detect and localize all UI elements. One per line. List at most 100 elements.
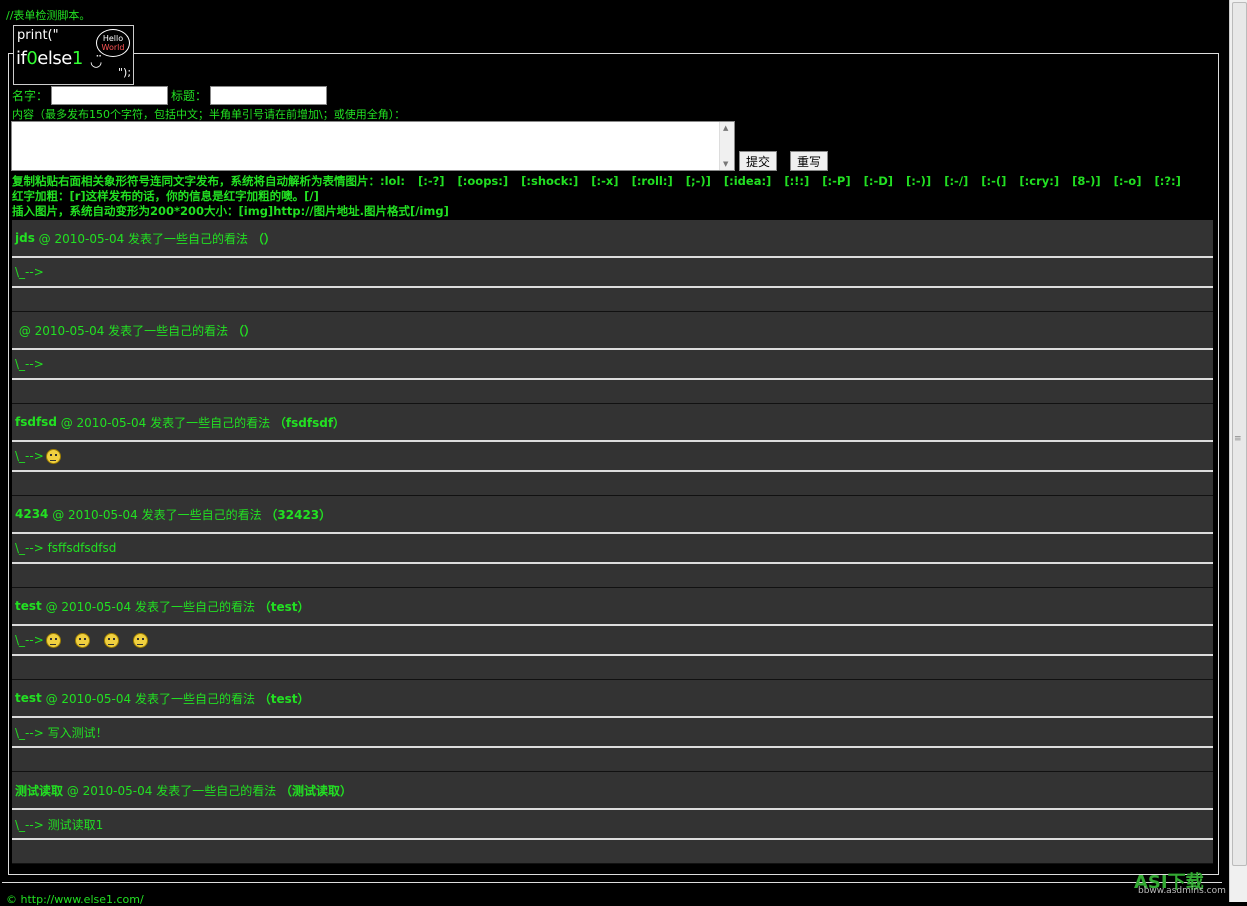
logo-line2: if0else1: [16, 48, 83, 69]
message-entry: test @ 2010-05-04 发表了一些自己的看法 （test） \_-->: [12, 588, 1213, 680]
entry-footer: [12, 748, 1213, 771]
entry-header: 4234 @ 2010-05-04 发表了一些自己的看法 （32423）: [12, 496, 1213, 534]
entry-footer: [12, 564, 1213, 587]
entry-body-text: \_-->: [15, 633, 44, 647]
entry-header: 测试读取 @ 2010-05-04 发表了一些自己的看法 （测试读取）: [12, 772, 1213, 810]
entry-body-text: \_-->: [15, 449, 44, 463]
entry-title: （fsdfsdf）: [273, 415, 346, 430]
emoticon-code: [:-P]: [822, 174, 851, 188]
watermark-logo: ASⅠ下载 bbww.asdmins.com: [1134, 868, 1226, 896]
scrollbar-grip-icon: ≡: [1234, 434, 1242, 444]
entry-header: jds @ 2010-05-04 发表了一些自己的看法 （）: [12, 220, 1213, 258]
message-entry: jds @ 2010-05-04 发表了一些自己的看法 （） \_-->: [12, 220, 1213, 312]
entry-header: fsdfsd @ 2010-05-04 发表了一些自己的看法 （fsdfsdf）: [12, 404, 1213, 442]
entry-body: \_-->: [12, 626, 1213, 656]
entry-meta: @ 2010-05-04 发表了一些自己的看法: [34, 231, 252, 246]
entry-meta: @ 2010-05-04 发表了一些自己的看法: [15, 323, 232, 338]
logo-one: 1: [71, 48, 83, 69]
submit-button[interactable]: 提交: [739, 151, 778, 171]
content-textarea[interactable]: ▲ ▼: [11, 121, 735, 171]
emoticon-code: [:-/]: [944, 174, 969, 188]
entry-title: （）: [251, 231, 276, 246]
entry-author: test: [15, 691, 42, 705]
textarea-scrollbar[interactable]: ▲ ▼: [719, 122, 734, 170]
top-note: //表单检测脚本。: [6, 9, 91, 22]
entry-body: \_--> 写入测试！: [12, 718, 1213, 748]
logo-if: if: [16, 48, 27, 69]
page-scrollbar[interactable]: ≡: [1229, 0, 1247, 902]
title-input[interactable]: [210, 86, 328, 105]
entry-header: @ 2010-05-04 发表了一些自己的看法 （）: [12, 312, 1213, 350]
entry-author: 测试读取: [15, 783, 64, 798]
entry-footer: [12, 472, 1213, 495]
message-entry: fsdfsd @ 2010-05-04 发表了一些自己的看法 （fsdfsdf）…: [12, 404, 1213, 496]
emoticon-code: [:-?]: [417, 174, 445, 188]
name-input[interactable]: [51, 86, 169, 105]
logo-line1: print(": [17, 28, 59, 43]
image-help: 插入图片，系统自动变形为200*200大小：[img]http://图片地址.图…: [12, 204, 449, 218]
emoticon-code: [8-)]: [1072, 174, 1101, 188]
watermark-sub: bbww.asdmins.com: [1138, 886, 1226, 896]
entry-author: 4234: [15, 507, 49, 521]
emoticon-code: [:oops:]: [457, 174, 509, 188]
logo-line3: ");: [118, 66, 132, 79]
entry-footer: [12, 288, 1213, 311]
content-hint: 内容（最多发布150个字符，包括中文；半角单引号请在前增加\；或使用全角）：: [12, 108, 406, 121]
name-label: 名字：: [12, 89, 49, 103]
smiley-icon: [74, 632, 90, 648]
emoticon-help: 复制粘贴右面相关象形符号连同文字发布，系统将自动解析为表情图片：:lol: [:-…: [12, 173, 1194, 189]
emoticon-code: [:-)]: [906, 174, 932, 188]
entry-body-text: \_-->: [15, 357, 44, 371]
message-entry: 测试读取 @ 2010-05-04 发表了一些自己的看法 （测试读取） \_-->…: [12, 772, 1213, 864]
bubble-world: World: [101, 43, 125, 52]
footer-link[interactable]: © http://www.else1.com/: [6, 893, 144, 906]
entry-body: \_-->: [12, 350, 1213, 380]
smile-icon: ◡̈: [90, 54, 103, 70]
entry-meta: @ 2010-05-04 发表了一些自己的看法: [63, 783, 281, 798]
name-title-row: 名字： 标题：: [12, 86, 330, 105]
entry-body-text: \_-->: [15, 265, 44, 279]
message-entry: 4234 @ 2010-05-04 发表了一些自己的看法 （32423） \_--…: [12, 496, 1213, 588]
entry-body: \_--> 测试读取1: [12, 810, 1213, 840]
title-label: 标题：: [171, 89, 208, 103]
red-text-help: 红字加粗：[r]这样发布的话，你的信息是红字加粗的噢。[/]: [12, 189, 319, 203]
bottom-divider: [2, 882, 1222, 883]
entry-author: test: [15, 599, 42, 613]
emoticon-code: [:-D]: [863, 174, 894, 188]
smiley-icon: [103, 632, 119, 648]
message-list: jds @ 2010-05-04 发表了一些自己的看法 （） \_--> @ 20…: [12, 220, 1213, 864]
message-entry: @ 2010-05-04 发表了一些自己的看法 （） \_-->: [12, 312, 1213, 404]
hello-world-bubble-icon: Hello World: [96, 29, 130, 57]
entry-meta: @ 2010-05-04 发表了一些自己的看法: [48, 507, 266, 522]
entry-meta: @ 2010-05-04 发表了一些自己的看法: [56, 415, 274, 430]
entry-title: （test）: [258, 691, 310, 706]
smiley-icon: [132, 632, 148, 648]
emoticon-code: [:shock:]: [521, 174, 579, 188]
emoticon-code: :lol:: [380, 174, 405, 188]
logo-zero: 0: [26, 48, 38, 69]
bubble-hello: Hello: [102, 34, 124, 43]
entry-header: test @ 2010-05-04 发表了一些自己的看法 （test）: [12, 680, 1213, 718]
site-logo: print(" if0else1 "); Hello World ◡̈: [13, 25, 134, 85]
emoticon-help-text: 复制粘贴右面相关象形符号连同文字发布，系统将自动解析为表情图片：: [12, 174, 380, 188]
entry-title: （测试读取）: [280, 783, 353, 798]
logo-else: else: [37, 48, 72, 69]
emoticon-code: [;-)]: [685, 174, 711, 188]
reset-button[interactable]: 重写: [790, 151, 829, 171]
emoticon-code: [:-o]: [1113, 174, 1142, 188]
emoticon-codes: :lol: [:-?] [:oops:] [:shock:] [:-x] [:roll:]…: [380, 174, 1194, 188]
entry-title: （32423）: [265, 507, 332, 522]
entry-body-text: \_--> 测试读取1: [15, 817, 104, 832]
entry-header: test @ 2010-05-04 发表了一些自己的看法 （test）: [12, 588, 1213, 626]
entry-author: jds: [15, 231, 35, 245]
emoticon-code: [:-x]: [591, 174, 619, 188]
entry-body: \_-->: [12, 442, 1213, 472]
scroll-down-icon[interactable]: ▼: [723, 160, 728, 168]
entry-body: \_--> fsffsdfsdfsd: [12, 534, 1213, 564]
entry-body-text: \_--> 写入测试！: [15, 725, 108, 740]
emoticon-code: [:!:]: [784, 174, 810, 188]
smiley-icon: [45, 632, 61, 648]
entry-footer: [12, 656, 1213, 679]
scroll-up-icon[interactable]: ▲: [723, 124, 728, 132]
entry-body: \_-->: [12, 258, 1213, 288]
